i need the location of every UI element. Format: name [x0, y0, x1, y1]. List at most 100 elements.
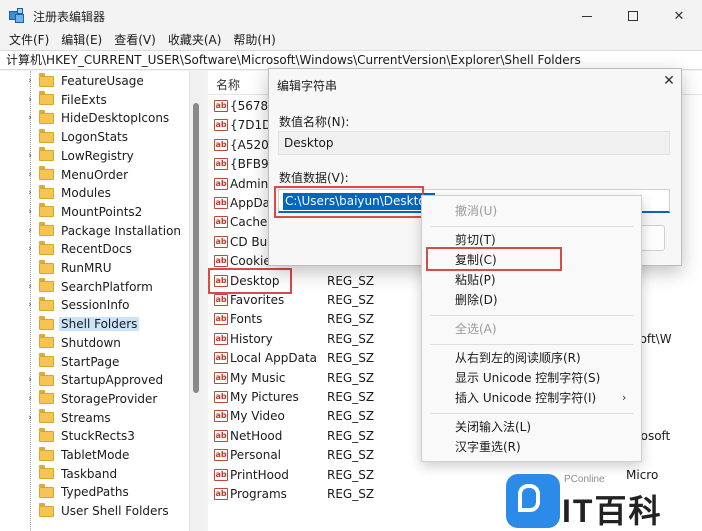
- tree-item[interactable]: Taskband: [24, 465, 119, 483]
- value-name: Cache: [230, 215, 268, 230]
- chevron-right-icon[interactable]: ›: [24, 112, 36, 124]
- tree-item[interactable]: › Streams: [24, 409, 113, 427]
- ctx-reconversion[interactable]: 汉字重选(R): [422, 437, 641, 457]
- tree-item[interactable]: › SearchPlatform: [24, 278, 155, 296]
- ctx-rtl-reading[interactable]: 从右到左的阅读顺序(R): [422, 348, 641, 368]
- tree-item[interactable]: › FeatureUsage: [24, 72, 146, 90]
- chevron-right-icon[interactable]: ›: [24, 393, 36, 405]
- tree-item[interactable]: TypedPaths: [24, 483, 131, 501]
- minimize-button[interactable]: [564, 0, 610, 32]
- chevron-right-icon[interactable]: [24, 486, 36, 498]
- ctx-insert-unicode[interactable]: 插入 Unicode 控制字符(I) ›: [422, 388, 641, 408]
- tree-item[interactable]: Shutdown: [24, 334, 123, 352]
- tree-item-label: FeatureUsage: [61, 74, 144, 88]
- maximize-button[interactable]: [610, 0, 656, 32]
- regedit-app-icon: [9, 8, 25, 24]
- value-type: REG_SZ: [327, 390, 375, 404]
- value-name: NetHood: [230, 428, 283, 443]
- value-name: CD Bur: [230, 234, 273, 249]
- desktop-highlight-box: [208, 268, 292, 294]
- menu-edit[interactable]: 编辑(E): [55, 32, 108, 48]
- close-icon: ✕: [663, 73, 675, 89]
- chevron-right-icon[interactable]: [24, 131, 36, 143]
- tree-item-label: MenuOrder: [61, 167, 129, 182]
- tree-item-label: StuckRects3: [61, 429, 135, 444]
- folder-icon: [39, 259, 54, 274]
- tree-item-label: SearchPlatform: [61, 279, 153, 294]
- tree-item[interactable]: LogonStats: [24, 128, 130, 146]
- tree-item[interactable]: › SessionInfo: [24, 296, 132, 314]
- value-name: AppDa: [230, 196, 271, 210]
- tree-item[interactable]: › RecentDocs: [24, 240, 134, 258]
- ctx-select-all[interactable]: 全选(A): [422, 319, 641, 339]
- tree-item-label: LowRegistry: [61, 148, 134, 163]
- folder-icon: [39, 240, 54, 255]
- column-name-header[interactable]: 名称: [216, 76, 240, 93]
- chevron-right-icon[interactable]: [24, 337, 36, 349]
- tree-scrollbar[interactable]: [189, 71, 202, 531]
- chevron-right-icon[interactable]: ›: [24, 187, 36, 199]
- chevron-right-icon[interactable]: ›: [24, 225, 36, 237]
- chevron-right-icon[interactable]: [24, 505, 36, 517]
- folder-icon: [39, 72, 54, 87]
- tree-item[interactable]: › HideDesktopIcons: [24, 109, 171, 127]
- tree-item-label: FileExts: [61, 92, 107, 107]
- tree-item[interactable]: › LowRegistry: [24, 147, 136, 165]
- chevron-right-icon[interactable]: ›: [24, 150, 36, 162]
- chevron-right-icon[interactable]: [24, 430, 36, 442]
- chevron-right-icon[interactable]: [24, 468, 36, 480]
- tree-item[interactable]: › MountPoints2: [24, 203, 144, 221]
- tree-item[interactable]: Shell Folders: [24, 315, 140, 333]
- chevron-right-icon[interactable]: [24, 262, 36, 274]
- ctx-show-unicode[interactable]: 显示 Unicode 控制字符(S): [422, 368, 641, 388]
- tree-item[interactable]: TabletMode: [24, 446, 131, 464]
- tree-item[interactable]: › Modules: [24, 184, 113, 202]
- chevron-right-icon[interactable]: ›: [24, 243, 36, 255]
- ctx-paste[interactable]: 粘贴(P): [422, 270, 641, 290]
- menu-file[interactable]: 文件(F): [0, 32, 55, 48]
- ctx-undo[interactable]: 撤消(U): [422, 201, 641, 221]
- tree-item[interactable]: StartPage: [24, 353, 121, 371]
- dialog-title: 编辑字符串: [277, 79, 338, 93]
- string-value-icon: ab: [214, 100, 228, 112]
- string-value-icon: ab: [214, 332, 228, 345]
- chevron-right-icon[interactable]: ›: [24, 206, 36, 218]
- string-value-icon: ab: [214, 352, 228, 365]
- menu-favorites[interactable]: 收藏夹(A): [162, 32, 228, 48]
- folder-icon: [39, 315, 54, 330]
- tree-item[interactable]: User Shell Folders: [24, 502, 171, 520]
- value-type: REG_SZ: [327, 467, 375, 482]
- ctx-delete[interactable]: 删除(D): [422, 290, 641, 310]
- value-name: Admini: [230, 176, 272, 191]
- tree-item-label: Shutdown: [61, 335, 121, 350]
- chevron-right-icon[interactable]: [24, 318, 36, 330]
- dialog-close-button[interactable]: ✕: [661, 73, 677, 89]
- value-name: Personal: [230, 448, 282, 463]
- tree-item[interactable]: › FileExts: [24, 91, 109, 109]
- value-type: REG_SZ: [327, 428, 375, 443]
- chevron-right-icon[interactable]: ›: [24, 75, 36, 87]
- chevron-right-icon[interactable]: [24, 356, 36, 368]
- close-button[interactable]: ✕: [656, 0, 702, 32]
- menu-help[interactable]: 帮助(H): [227, 32, 281, 48]
- address-bar[interactable]: 计算机\HKEY_CURRENT_USER\Software\Microsoft…: [0, 50, 702, 70]
- chevron-right-icon[interactable]: ›: [24, 374, 36, 386]
- menu-view[interactable]: 查看(V): [108, 32, 162, 48]
- tree-item[interactable]: › StorageProvider: [24, 390, 159, 408]
- chevron-right-icon[interactable]: ›: [24, 169, 36, 181]
- tree-scrollbar-thumb[interactable]: [193, 103, 199, 393]
- chevron-right-icon[interactable]: ›: [24, 281, 36, 293]
- tree-item[interactable]: RunMRU: [24, 259, 113, 277]
- chevron-right-icon[interactable]: ›: [24, 299, 36, 311]
- folder-icon: [39, 278, 54, 293]
- tree-item[interactable]: › Package Installation: [24, 222, 183, 240]
- ctx-close-ime[interactable]: 关闭输入法(L): [422, 417, 641, 437]
- chevron-right-icon[interactable]: [24, 449, 36, 461]
- chevron-right-icon[interactable]: ›: [24, 94, 36, 106]
- tree-item[interactable]: › MenuOrder: [24, 166, 130, 184]
- chevron-right-icon[interactable]: ›: [24, 412, 36, 424]
- value-name: Cookie: [230, 254, 271, 269]
- tree-item[interactable]: › StartupApproved: [24, 371, 165, 389]
- string-value-icon: ab: [214, 138, 228, 151]
- tree-item[interactable]: StuckRects3: [24, 427, 137, 445]
